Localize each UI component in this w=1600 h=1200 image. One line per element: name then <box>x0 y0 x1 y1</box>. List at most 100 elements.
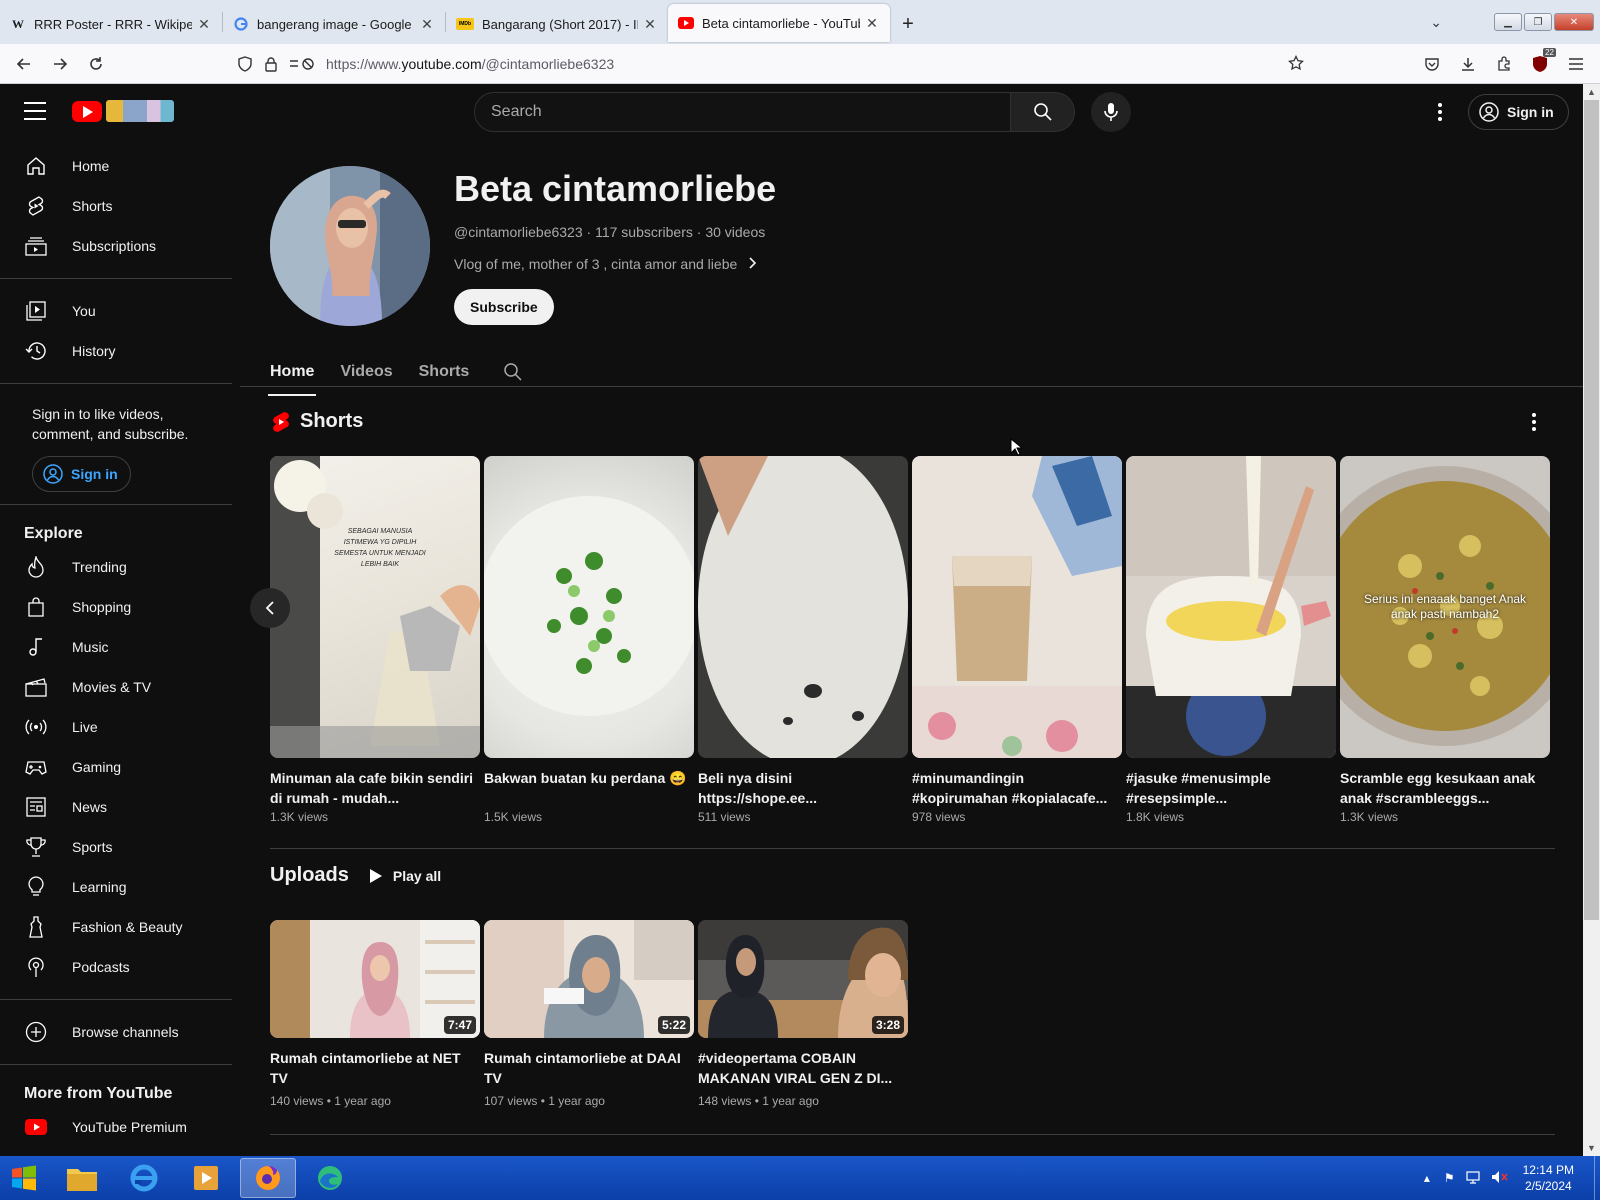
voice-search-button[interactable] <box>1091 92 1131 132</box>
close-window-button[interactable]: ✕ <box>1554 13 1594 31</box>
minimize-button[interactable]: ▁ <box>1494 13 1522 31</box>
sidebar-item-trending[interactable]: Trending <box>0 547 240 587</box>
video-thumbnail[interactable]: 3:28 <box>698 920 908 1038</box>
sidebar-item-fashion[interactable]: Fashion & Beauty <box>0 907 240 947</box>
short-title[interactable]: Bakwan buatan ku perdana 😄 <box>484 768 694 808</box>
network-icon[interactable] <box>1465 1170 1481 1187</box>
sign-in-button[interactable]: Sign in <box>1468 94 1569 130</box>
lock-icon[interactable] <box>258 56 284 72</box>
clock[interactable]: 12:14 PM 2/5/2024 <box>1523 1162 1574 1194</box>
short-title[interactable]: #jasuke #menusimple #resepsimple... <box>1126 768 1336 808</box>
sidebar-item-shopping[interactable]: Shopping <box>0 587 240 627</box>
permissions-icon[interactable] <box>284 57 320 71</box>
downloads-icon[interactable] <box>1450 48 1486 80</box>
sidebar-item-learning[interactable]: Learning <box>0 867 240 907</box>
pocket-icon[interactable] <box>1414 48 1450 80</box>
action-center-flag-icon[interactable]: ⚑ <box>1444 1171 1455 1185</box>
address-bar[interactable]: https://www.youtube.com/@cintamorliebe63… <box>232 48 1304 80</box>
close-tab-icon[interactable]: ✕ <box>419 16 435 33</box>
taskbar-file-explorer[interactable] <box>54 1158 110 1198</box>
volume-muted-icon[interactable] <box>1491 1170 1509 1187</box>
sidebar-item-shorts[interactable]: Shorts <box>0 186 240 226</box>
short-card[interactable]: SEBAGAI MANUSIA ISTIMEWA YG DIPILIH SEME… <box>270 456 480 824</box>
extensions-icon[interactable] <box>1486 48 1522 80</box>
guide-menu-icon[interactable] <box>24 102 46 126</box>
close-tab-icon[interactable]: ✕ <box>196 16 212 33</box>
sidebar-item-home[interactable]: Home <box>0 146 240 186</box>
close-tab-icon[interactable]: ✕ <box>864 15 880 32</box>
browser-tab-youtube[interactable]: Beta cintamorliebe - YouTube ✕ <box>668 4 890 42</box>
short-thumbnail[interactable] <box>698 456 908 758</box>
browser-tab-imdb[interactable]: IMDb Bangarang (Short 2017) - IMDb ✕ <box>446 4 668 44</box>
sidebar-item-premium[interactable]: YouTube Premium <box>0 1107 240 1147</box>
back-icon[interactable] <box>6 48 42 80</box>
scroll-down-icon[interactable]: ▼ <box>1583 1140 1600 1156</box>
shelf-more-icon[interactable] <box>1524 410 1544 434</box>
show-desktop-button[interactable] <box>1594 1156 1600 1200</box>
video-thumbnail[interactable]: 7:47 <box>270 920 480 1038</box>
uploads-title[interactable]: Uploads <box>270 864 349 887</box>
scrollbar-thumb[interactable] <box>1584 100 1599 920</box>
restore-button[interactable]: ❐ <box>1524 13 1552 31</box>
video-card[interactable]: 5:22 Rumah cintamorliebe at DAAI TV 107 … <box>484 920 694 1108</box>
tracking-protection-icon[interactable] <box>232 56 258 72</box>
short-card[interactable]: Beli nya disini https://shope.ee... 511 … <box>698 456 908 824</box>
taskbar-edge-browser[interactable] <box>302 1158 358 1198</box>
sidebar-item-sports[interactable]: Sports <box>0 827 240 867</box>
sidebar-item-subscriptions[interactable]: Subscriptions <box>0 226 240 266</box>
bookmark-star-icon[interactable] <box>1288 54 1304 74</box>
video-title[interactable]: Rumah cintamorliebe at DAAI TV <box>484 1048 694 1088</box>
sidebar-item-you[interactable]: You <box>0 291 240 331</box>
sidebar-item-movies[interactable]: Movies & TV <box>0 667 240 707</box>
start-button[interactable] <box>0 1156 48 1200</box>
short-card[interactable]: Serius ini enaaak banget Anak anak pasti… <box>1340 456 1550 824</box>
short-thumbnail[interactable]: SEBAGAI MANUSIA ISTIMEWA YG DIPILIH SEME… <box>270 456 480 758</box>
channel-search-icon[interactable] <box>503 348 523 396</box>
short-thumbnail[interactable] <box>912 456 1122 758</box>
sidebar-item-music[interactable]: Music <box>0 627 240 667</box>
settings-more-icon[interactable] <box>1428 98 1452 126</box>
app-menu-icon[interactable] <box>1558 48 1594 80</box>
search-input[interactable]: Search <box>474 92 1011 132</box>
show-hidden-icons-icon[interactable]: ▴ <box>1424 1171 1430 1185</box>
sidebar-item-history[interactable]: History <box>0 331 240 371</box>
video-thumbnail[interactable]: 5:22 <box>484 920 694 1038</box>
short-thumbnail[interactable] <box>484 456 694 758</box>
subscribe-button[interactable]: Subscribe <box>454 289 554 325</box>
short-thumbnail[interactable]: Serius ini enaaak banget Anak anak pasti… <box>1340 456 1550 758</box>
video-card[interactable]: 7:47 Rumah cintamorliebe at NET TV 140 v… <box>270 920 480 1108</box>
channel-avatar[interactable] <box>270 166 430 326</box>
close-tab-icon[interactable]: ✕ <box>642 16 658 33</box>
sidebar-sign-in-button[interactable]: Sign in <box>32 456 131 492</box>
play-all-button[interactable]: Play all <box>369 868 441 884</box>
tab-shorts[interactable]: Shorts <box>419 348 470 396</box>
browser-tab-wikipedia[interactable]: W RRR Poster - RRR - Wikipedia ✕ <box>0 4 222 44</box>
reload-icon[interactable] <box>78 48 114 80</box>
channel-description[interactable]: Vlog of me, mother of 3 , cinta amor and… <box>454 256 757 272</box>
video-title[interactable]: #videopertama COBAIN MAKANAN VIRAL GEN Z… <box>698 1048 908 1088</box>
taskbar-firefox[interactable] <box>240 1158 296 1198</box>
taskbar-internet-explorer[interactable] <box>116 1158 172 1198</box>
tab-home[interactable]: Home <box>267 348 317 396</box>
shorts-previous-button[interactable] <box>250 588 290 628</box>
tab-videos[interactable]: Videos <box>340 348 392 396</box>
sidebar-item-live[interactable]: Live <box>0 707 240 747</box>
short-thumbnail[interactable] <box>1126 456 1336 758</box>
new-tab-button[interactable]: + <box>890 4 926 44</box>
search-button[interactable] <box>1011 92 1075 132</box>
browser-tab-google[interactable]: bangerang image - Google Sear ✕ <box>223 4 445 44</box>
short-title[interactable]: Beli nya disini https://shope.ee... <box>698 768 908 808</box>
sidebar-item-browse-channels[interactable]: Browse channels <box>0 1012 240 1052</box>
taskbar-media-player[interactable] <box>178 1158 234 1198</box>
scroll-up-icon[interactable]: ▲ <box>1583 84 1600 100</box>
short-card[interactable]: #minumandingin #kopirumahan #kopialacafe… <box>912 456 1122 824</box>
short-title[interactable]: #minumandingin #kopirumahan #kopialacafe… <box>912 768 1122 808</box>
short-card[interactable]: Bakwan buatan ku perdana 😄 1.5K views <box>484 456 694 824</box>
forward-icon[interactable] <box>42 48 78 80</box>
short-card[interactable]: #jasuke #menusimple #resepsimple... 1.8K… <box>1126 456 1336 824</box>
sidebar-item-news[interactable]: News <box>0 787 240 827</box>
list-tabs-icon[interactable]: ⌄ <box>1430 14 1442 31</box>
ublock-icon[interactable]: 22 <box>1522 48 1558 80</box>
sidebar-item-podcasts[interactable]: Podcasts <box>0 947 240 987</box>
short-title[interactable]: Scramble egg kesukaan anak anak #scrambl… <box>1340 768 1550 808</box>
